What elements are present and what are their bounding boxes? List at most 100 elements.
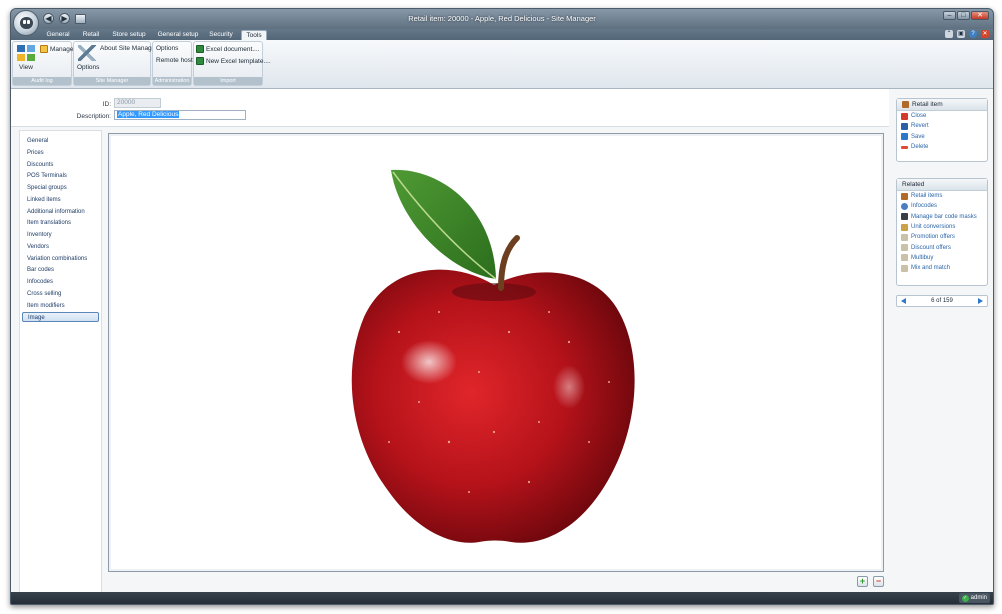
nav-item-linked-items[interactable]: Linked items: [22, 195, 99, 205]
description-field[interactable]: Apple, Red Delicious: [114, 110, 246, 120]
new-excel-template-button[interactable]: New Excel template....: [196, 57, 271, 65]
related-promotion-offers[interactable]: Promotion offers: [897, 232, 987, 242]
nav-item-item-translations[interactable]: Item translations: [22, 218, 99, 228]
retail-item-panel: Retail item Close Revert Save Delete: [896, 98, 988, 162]
record-pager: 6 of 159: [896, 295, 988, 307]
tools-icon: [78, 45, 96, 61]
nav-item-special-groups[interactable]: Special groups: [22, 183, 99, 193]
close-icon: [901, 112, 908, 120]
excel-icon: [196, 45, 204, 53]
excel-template-icon: [196, 57, 204, 65]
excel-document-label: Excel document....: [206, 45, 260, 53]
check-icon: ✓: [961, 594, 969, 602]
retail-item-icon: [902, 101, 909, 108]
tag-icon: [901, 264, 908, 272]
nav-item-general[interactable]: General: [22, 136, 99, 146]
nav-item-prices[interactable]: Prices: [22, 148, 99, 158]
close-document-icon[interactable]: ✕: [981, 30, 989, 38]
view-button[interactable]: View: [19, 64, 33, 71]
revert-icon: [901, 122, 908, 130]
close-window-button[interactable]: ✕: [971, 11, 989, 20]
tab-general-setup[interactable]: General setup: [154, 30, 202, 40]
nav-item-bar-codes[interactable]: Bar codes: [22, 265, 99, 275]
close-action[interactable]: Close: [897, 111, 987, 121]
apple-image: [351, 169, 635, 543]
app-menu-orb[interactable]: [13, 10, 39, 36]
pager-text: 6 of 159: [931, 298, 953, 304]
excel-document-button[interactable]: Excel document....: [196, 45, 259, 53]
nav-item-infocodes[interactable]: Infocodes: [22, 277, 99, 287]
nav-item-image[interactable]: Image: [22, 312, 99, 322]
ribbon: View Manage Audit log Options About Site…: [11, 40, 993, 89]
options-button[interactable]: Options: [77, 64, 99, 71]
nav-item-item-modifiers[interactable]: Item modifiers: [22, 301, 99, 311]
title-bar: ◀ ▶ Retail item: 20000 - Apple, Red Deli…: [11, 9, 993, 36]
app-logo-icon: [20, 17, 33, 29]
save-icon: [901, 133, 908, 141]
tab-security[interactable]: Security: [206, 30, 236, 40]
ribbon-group-label: Audit log: [13, 77, 71, 85]
nav-item-inventory[interactable]: Inventory: [22, 230, 99, 240]
remote-hosts-button[interactable]: Remote hosts: [156, 57, 196, 64]
related-infocodes[interactable]: Infocodes: [897, 201, 987, 211]
tab-tools[interactable]: Tools: [241, 30, 267, 40]
admin-options-button[interactable]: Options: [156, 45, 178, 52]
new-excel-template-label: New Excel template....: [206, 57, 271, 65]
nav-item-cross-selling[interactable]: Cross selling: [22, 289, 99, 299]
tab-general[interactable]: General: [43, 30, 73, 40]
nav-item-vendors[interactable]: Vendors: [22, 242, 99, 252]
related-bar-code-masks[interactable]: Manage bar code masks: [897, 212, 987, 222]
tab-store-setup[interactable]: Store setup: [109, 30, 149, 40]
related-discount-offers[interactable]: Discount offers: [897, 242, 987, 252]
ribbon-group-audit-log: View Manage Audit log: [12, 41, 74, 86]
nav-item-discounts[interactable]: Discounts: [22, 160, 99, 170]
collapse-ribbon-icon[interactable]: ⌃: [945, 30, 953, 38]
tag-icon: [901, 233, 908, 241]
nav-item-additional-information[interactable]: Additional information: [22, 207, 99, 217]
tag-icon: [901, 254, 908, 262]
nav-item-variation-combinations[interactable]: Variation combinations: [22, 254, 99, 264]
minimize-button[interactable]: –: [943, 11, 956, 20]
related-retail-items[interactable]: Retail items: [897, 191, 987, 201]
save-action[interactable]: Save: [897, 132, 987, 142]
retail-items-icon: [901, 192, 908, 200]
help-icon[interactable]: ?: [969, 30, 977, 38]
info-icon: [901, 202, 908, 210]
related-link-label: Retail items: [911, 193, 943, 200]
add-image-button[interactable]: +: [857, 576, 868, 587]
revert-action-label: Revert: [911, 123, 929, 130]
related-panel: Related Retail items Infocodes Manage ba…: [896, 178, 988, 286]
image-viewer: [108, 133, 884, 572]
window-controls: – □ ✕: [943, 11, 989, 20]
ribbon-help-icons: ⌃ ▣ ? ✕: [945, 30, 989, 38]
section-nav: General Prices Discounts POS Terminals S…: [19, 130, 102, 594]
related-multibuy[interactable]: Multibuy: [897, 253, 987, 263]
description-value: Apple, Red Delicious: [117, 111, 180, 118]
next-record-button[interactable]: [978, 298, 983, 304]
related-unit-conversions[interactable]: Unit conversions: [897, 222, 987, 232]
about-button[interactable]: About Site Manager: [100, 45, 157, 52]
revert-action[interactable]: Revert: [897, 121, 987, 131]
delete-action[interactable]: Delete: [897, 142, 987, 152]
related-link-label: Discount offers: [911, 244, 951, 251]
header-panel: ID: 20000 Description: Apple, Red Delici…: [11, 89, 889, 127]
nav-item-pos-terminals[interactable]: POS Terminals: [22, 171, 99, 181]
view-icon: [17, 45, 35, 61]
tag-icon: [901, 244, 908, 252]
description-label: Description:: [76, 113, 111, 120]
maximize-button[interactable]: □: [957, 11, 970, 20]
manage-icon: [40, 45, 48, 53]
ribbon-group-administration: Options Remote hosts Administration: [152, 41, 196, 86]
related-link-label: Multibuy: [911, 254, 934, 261]
manage-button[interactable]: Manage: [40, 45, 74, 53]
id-field: 20000: [114, 98, 161, 108]
previous-record-button[interactable]: [901, 298, 906, 304]
delete-action-label: Delete: [911, 144, 929, 151]
related-link-label: Unit conversions: [911, 224, 956, 231]
related-mix-and-match[interactable]: Mix and match: [897, 263, 987, 273]
remove-image-button[interactable]: −: [873, 576, 884, 587]
tab-retail[interactable]: Retail: [77, 30, 105, 40]
window-icon[interactable]: ▣: [957, 30, 965, 38]
ruler-icon: [901, 223, 908, 231]
status-bar: ✓ admin: [11, 592, 993, 604]
